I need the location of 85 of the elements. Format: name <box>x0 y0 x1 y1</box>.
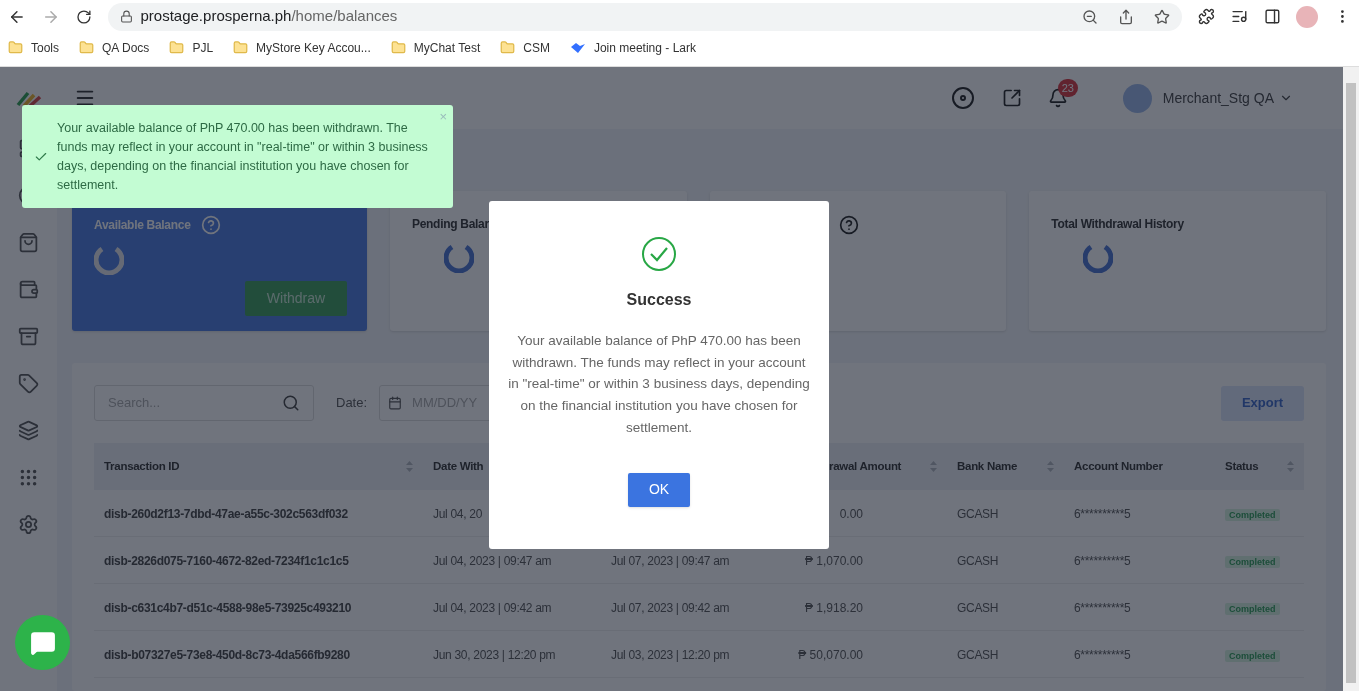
table-cell: disb-c631c4b7-d51c-4588-98e5-73925c493210 <box>104 601 352 615</box>
table-cell: GCASH <box>957 507 999 521</box>
table-cell: disb-2826d075-7160-4672-82ed-7234f1c1c1c5 <box>104 554 349 568</box>
grid-icon[interactable] <box>18 467 39 488</box>
bookmark[interactable]: QA Docs <box>79 38 150 57</box>
table-cell: GCASH <box>957 601 999 615</box>
table-cell: Jul 03, 2023 | 12:20 pm <box>611 648 730 662</box>
column-header[interactable]: rawal Amount <box>829 457 930 476</box>
lock-icon <box>119 10 133 23</box>
folder-icon <box>390 40 406 55</box>
reload-icon[interactable] <box>75 8 92 25</box>
user-name[interactable]: Merchant_Stg QA <box>1162 87 1274 109</box>
status-badge: Completed <box>1225 603 1280 615</box>
success-check-icon <box>641 236 677 272</box>
column-header[interactable]: Transaction ID <box>104 457 406 476</box>
card-title: Available Balance <box>94 217 191 234</box>
table-cell: Jun 30, 2023 | 12:20 pm <box>433 648 556 662</box>
bookmark[interactable]: Join meeting - Lark <box>569 38 696 57</box>
table-cell-text: ₱ 50,070.00 <box>797 647 863 664</box>
notification-count: 23 <box>1057 79 1078 97</box>
close-button[interactable]: × <box>439 107 447 127</box>
bookmark-star-icon[interactable] <box>1153 8 1170 25</box>
archive-icon[interactable] <box>18 326 39 347</box>
card-title: Pending Balar <box>412 216 489 233</box>
table-cell: Jul 07, 2023 | 09:42 am <box>611 601 730 615</box>
search-icon[interactable] <box>282 394 300 412</box>
column-header[interactable]: Status <box>1225 457 1287 476</box>
export-button[interactable]: Export <box>1221 385 1304 421</box>
media-icon[interactable] <box>1230 8 1248 25</box>
scrollbar[interactable] <box>1343 67 1359 691</box>
folder-icon <box>500 40 516 55</box>
toast-message: Your available balance of PhP 470.00 has been withdrawn. The funds may reflect in your account in "real-time" or within 3 business days, depending on the financial institution you have chosen for settlement. <box>57 119 429 194</box>
folder-icon <box>79 40 94 55</box>
help-icon[interactable] <box>838 215 859 235</box>
table-cell-text: 0.00 <box>838 506 863 523</box>
table-cell-text: ₱ 1,070.00 <box>803 553 863 570</box>
folder-icon <box>169 40 185 55</box>
extensions-icon[interactable] <box>1197 8 1215 25</box>
table-cell: GCASH <box>957 554 999 568</box>
date-label: Date: <box>336 394 368 413</box>
table-cell: GCASH <box>957 648 999 662</box>
calendar-icon <box>388 396 403 410</box>
profile-avatar[interactable] <box>1296 5 1319 28</box>
zoom-icon[interactable] <box>1081 8 1098 25</box>
share-icon[interactable] <box>1117 8 1134 25</box>
status-badge: Completed <box>1225 556 1280 568</box>
logo-icon <box>15 89 42 107</box>
bookmark[interactable]: CSM <box>500 38 550 57</box>
bookmark[interactable]: PJL <box>169 38 214 57</box>
url-text: prostage.prosperna.ph/home/balances <box>140 6 398 27</box>
chat-icon <box>29 629 56 656</box>
table-cell: Jul 04, 20 <box>433 507 483 521</box>
tag-icon[interactable] <box>18 373 39 394</box>
side-panel-icon[interactable] <box>1263 8 1281 25</box>
column-header[interactable]: Bank Name <box>957 457 1047 476</box>
dialog-title: Success <box>626 290 692 310</box>
ok-button[interactable]: OK <box>628 472 690 507</box>
column-header[interactable]: Account Number <box>1074 457 1205 476</box>
bag-icon[interactable] <box>18 232 39 253</box>
folder-icon <box>233 40 249 55</box>
table-cell-text: ₱ 1,918.20 <box>803 600 863 617</box>
table-cell: Jul 07, 2023 | 09:47 am <box>611 554 730 568</box>
address-bar[interactable]: prostage.prosperna.ph/home/balances <box>107 2 1182 31</box>
external-link-icon[interactable] <box>1001 88 1022 108</box>
settings-icon[interactable] <box>18 514 39 535</box>
table-cell: disb-260d2f13-7dbd-47ae-a55c-302c563df032 <box>104 507 348 521</box>
table-cell: 6**********5 <box>1074 507 1131 521</box>
status-badge: Completed <box>1225 509 1280 521</box>
card-title: Total Withdrawal History <box>1051 216 1184 233</box>
table-cell: Jul 04, 2023 | 09:42 am <box>433 601 552 615</box>
folder-icon <box>8 40 23 55</box>
bookmark[interactable]: MyStore Key Accou... <box>233 38 371 57</box>
table-cell: 6**********5 <box>1074 648 1131 662</box>
dialog-message: Your available balance of PhP 470.00 has been withdrawn. The funds may reflect in your account in "real-time" or within 3 business days, depending on the financial institution you have chosen for settlement. <box>507 332 811 437</box>
status-badge: Completed <box>1225 650 1280 662</box>
table-cell: Jul 04, 2023 | 09:47 am <box>433 554 552 568</box>
bird-icon <box>569 40 586 55</box>
table-cell: 6**********5 <box>1074 554 1131 568</box>
layers-icon[interactable] <box>18 420 39 441</box>
target-icon[interactable] <box>950 86 975 110</box>
bookmark[interactable]: MyChat Test <box>390 38 481 57</box>
wallet-icon[interactable] <box>18 279 39 300</box>
bookmark[interactable]: Tools <box>8 38 59 57</box>
table-cell: 6**********5 <box>1074 601 1131 615</box>
table-cell: disb-b07327e5-73e8-450d-8c73-4da566fb9280 <box>104 648 350 662</box>
